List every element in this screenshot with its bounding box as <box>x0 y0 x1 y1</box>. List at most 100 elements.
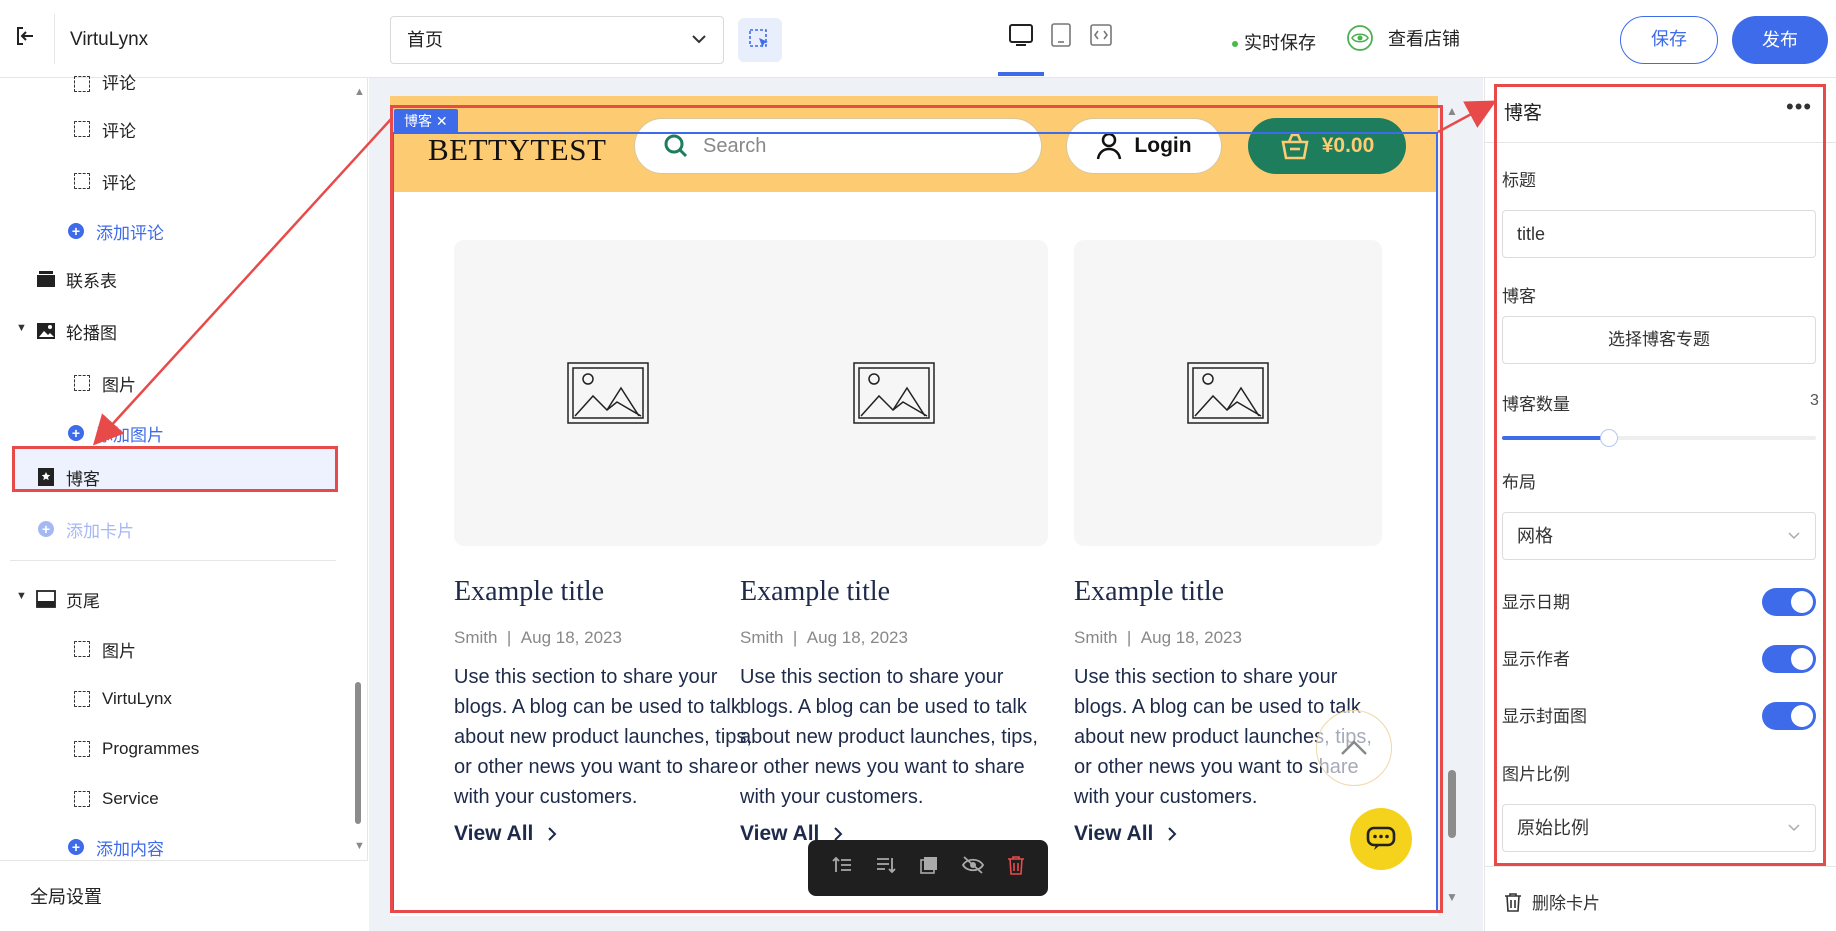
image-ratio-select[interactable]: 原始比例 <box>1502 804 1816 852</box>
blog-card-title: Example title <box>454 576 605 607</box>
tablet-view-icon[interactable] <box>1044 18 1078 52</box>
title-input[interactable]: title <box>1502 210 1816 258</box>
chat-icon <box>1366 826 1396 850</box>
tree-item-carousel[interactable]: 轮播图 <box>36 316 117 346</box>
select-blog-topic-button[interactable]: 选择博客专题 <box>1502 316 1816 364</box>
panel-title: 博客 <box>1504 103 1543 124</box>
image-placeholder <box>454 240 762 546</box>
layout-select[interactable]: 网格 <box>1502 512 1816 560</box>
image-placeholder-icon <box>567 362 649 424</box>
more-icon[interactable]: ••• <box>1786 94 1812 120</box>
tree-item-review[interactable]: 评论 <box>72 64 136 94</box>
tree-item-blog[interactable]: 博客 <box>36 462 100 492</box>
desktop-view-icon[interactable] <box>998 18 1044 76</box>
status-dot <box>1232 41 1238 48</box>
page-select[interactable]: 首页 <box>390 16 724 64</box>
slider-handle[interactable] <box>1599 429 1618 447</box>
tree-item-image[interactable]: 图片 <box>72 368 136 398</box>
block-icon <box>72 639 92 659</box>
blog-card[interactable]: Example title Smith | Aug 18, 2023 Use t… <box>454 240 762 846</box>
back-to-top-button[interactable] <box>1316 710 1392 786</box>
caret-down-icon[interactable]: ▼ <box>16 590 27 602</box>
scroll-up-arrow-icon[interactable]: ▲ <box>354 86 365 98</box>
tree-item-image[interactable]: 图片 <box>72 634 136 664</box>
blog-card-excerpt: Use this section to share your blogs. A … <box>454 666 752 808</box>
search-input[interactable]: Search <box>634 118 1042 174</box>
add-content-button[interactable]: + 添加内容 <box>66 832 164 862</box>
duplicate-icon[interactable] <box>919 855 939 881</box>
move-up-icon[interactable] <box>831 854 853 882</box>
block-icon <box>72 119 92 139</box>
chevron-right-icon <box>548 827 557 841</box>
view-store-link[interactable]: 查看店铺 <box>1346 24 1460 52</box>
tree-item-service[interactable]: Service <box>72 784 159 814</box>
blog-icon <box>36 467 56 487</box>
blog-card-title: Example title <box>740 576 891 607</box>
blog-card-meta: Smith | Aug 18, 2023 <box>454 628 622 647</box>
block-icon <box>72 789 92 809</box>
slider-fill <box>1502 436 1609 440</box>
tree-item-review[interactable]: 评论 <box>72 114 136 144</box>
canvas-scrollbar[interactable] <box>1448 770 1456 838</box>
add-icon: + <box>66 221 86 241</box>
caret-down-icon[interactable]: ▼ <box>16 322 27 334</box>
exit-icon[interactable] <box>10 24 40 54</box>
chat-button[interactable] <box>1350 808 1412 870</box>
blog-count-slider[interactable] <box>1502 429 1816 447</box>
blog-count-value: 3 <box>1810 392 1819 409</box>
view-all-link[interactable]: View All <box>1074 822 1382 846</box>
preview-header[interactable]: BETTYTEST Search Login ¥0.00 <box>390 96 1438 192</box>
panel-footer: 删除卡片 <box>1484 866 1836 931</box>
global-settings-button[interactable]: 全局设置 <box>0 860 368 931</box>
tree-item-virtulynx[interactable]: VirtuLynx <box>72 684 172 714</box>
login-button[interactable]: Login <box>1066 118 1222 174</box>
selection-tag[interactable]: 博客 ✕ <box>394 109 458 133</box>
blog-card-meta: Smith | Aug 18, 2023 <box>740 628 908 647</box>
select-element-tool-icon[interactable] <box>738 18 782 62</box>
hide-icon[interactable] <box>961 855 985 881</box>
trash-icon <box>1505 892 1521 912</box>
chevron-up-icon <box>1341 740 1367 755</box>
show-cover-toggle[interactable] <box>1762 702 1816 730</box>
image-ratio-label: 图片比例 <box>1502 765 1570 784</box>
block-icon <box>72 373 92 393</box>
footer-icon <box>36 589 56 609</box>
move-down-icon[interactable] <box>875 854 897 882</box>
add-icon: + <box>66 423 86 443</box>
tree-item-programmes[interactable]: Programmes <box>72 734 199 764</box>
tree-item-footer[interactable]: 页尾 <box>36 584 100 614</box>
show-date-toggle[interactable] <box>1762 588 1816 616</box>
scroll-up-arrow-icon[interactable]: ▲ <box>1446 104 1458 118</box>
image-placeholder-icon <box>853 362 935 424</box>
store-logo[interactable]: BETTYTEST <box>428 132 606 168</box>
publish-button[interactable]: 发布 <box>1732 16 1828 64</box>
delete-icon[interactable] <box>1007 855 1025 881</box>
blog-card-meta: Smith | Aug 18, 2023 <box>1074 628 1242 647</box>
layout-label: 布局 <box>1502 473 1536 492</box>
block-icon <box>72 74 92 94</box>
basket-icon <box>1281 133 1309 160</box>
chevron-down-icon <box>1787 805 1801 869</box>
add-review-button[interactable]: + 添加评论 <box>66 216 164 246</box>
show-author-toggle[interactable] <box>1762 645 1816 673</box>
tree-item-review[interactable]: 评论 <box>72 166 136 196</box>
brand-name: VirtuLynx <box>70 29 149 50</box>
scroll-down-arrow-icon[interactable]: ▼ <box>1446 890 1458 904</box>
scroll-down-arrow-icon[interactable]: ▼ <box>354 840 365 852</box>
blog-card[interactable]: Example title Smith | Aug 18, 2023 Use t… <box>740 240 1048 846</box>
chevron-right-icon <box>1168 827 1177 841</box>
blog-label: 博客 <box>1502 287 1536 306</box>
eye-icon <box>1347 25 1373 51</box>
cart-button[interactable]: ¥0.00 <box>1248 118 1406 174</box>
add-card-button[interactable]: + 添加卡片 <box>36 514 134 544</box>
view-all-link[interactable]: View All <box>454 822 762 846</box>
fullscreen-view-icon[interactable] <box>1084 18 1118 52</box>
save-button[interactable]: 保存 <box>1620 16 1718 64</box>
title-label: 标题 <box>1502 171 1536 190</box>
sidebar-scrollbar[interactable] <box>355 682 361 824</box>
close-icon[interactable]: ✕ <box>436 113 448 129</box>
blog-card-title: Example title <box>1074 576 1225 607</box>
add-image-button[interactable]: + 添加图片 <box>66 418 164 448</box>
tree-item-contact-form[interactable]: 联系表 <box>36 264 117 294</box>
delete-card-button[interactable]: 删除卡片 <box>1504 889 1600 914</box>
